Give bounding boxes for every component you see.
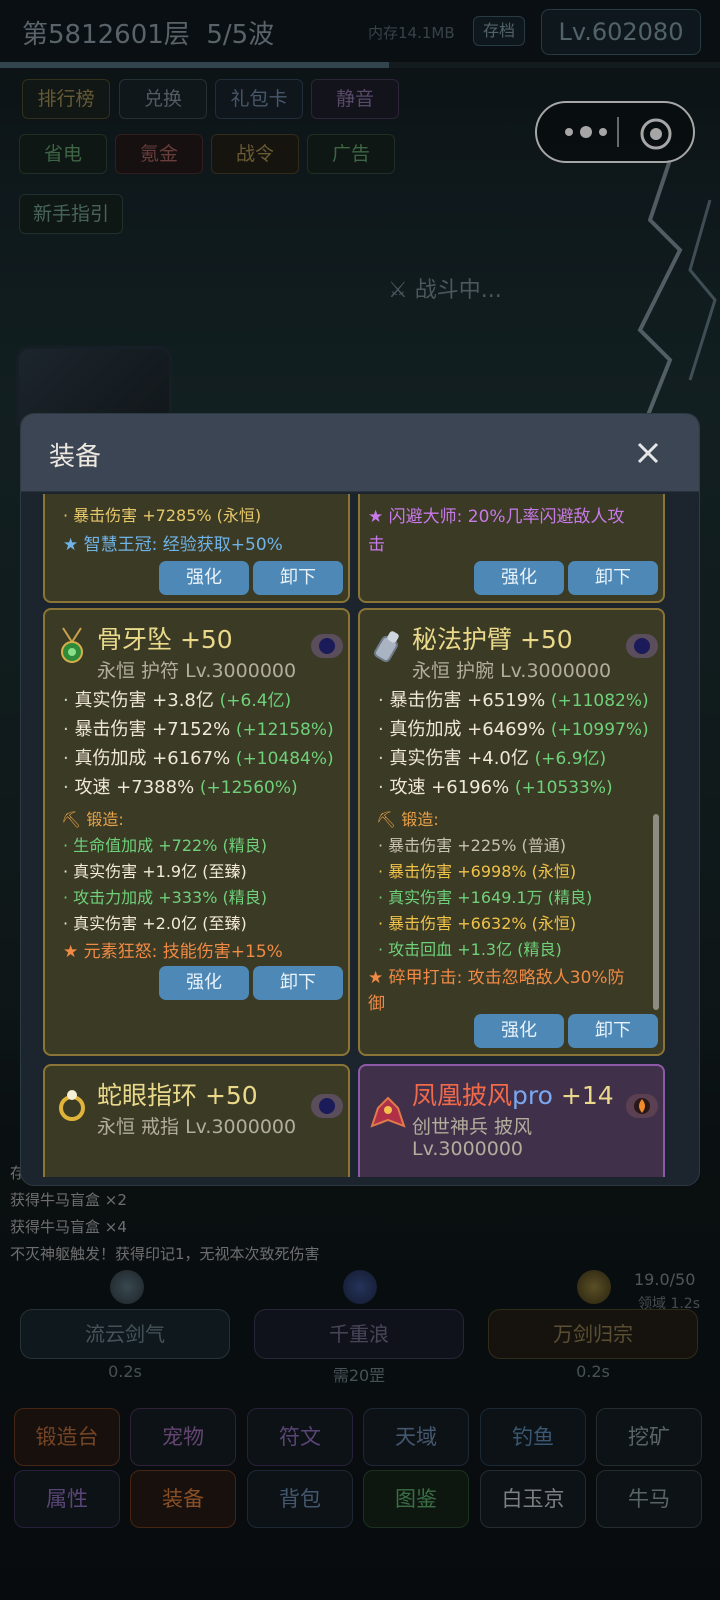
forge-text: 真实伤害 +1649.1万 (精良) [388, 888, 593, 907]
stat-label: 真实伤害 +4.0亿 [389, 748, 529, 769]
stat-bonus: (+10533%) [514, 778, 613, 798]
forge-title: 锻造: [401, 810, 439, 829]
item-name-suffix: pro [512, 1081, 553, 1110]
forge-line: · 攻击力加成 +333% (精良) [63, 888, 267, 907]
equipment-card-cloak: 凤凰披风pro +14 创世神兵 披风 Lv.3000000 [358, 1064, 665, 1177]
forge-text: 暴击伤害 +6632% (永恒) [388, 914, 577, 933]
forge-text: 暴击伤害 +6998% (永恒) [388, 862, 577, 881]
forge-header: ⛏ 锻造: [376, 810, 439, 829]
modal-title: 装备 [49, 442, 102, 472]
unequip-button[interactable]: 卸下 [253, 966, 343, 1000]
item-name: 蛇眼指环 +50 [97, 1081, 258, 1110]
special-skill-cont: 击 [368, 535, 385, 555]
bracer-icon [374, 631, 399, 663]
scrollbar-thumb[interactable] [653, 814, 659, 1010]
forge-line: · 生命值加成 +722% (精良) [63, 836, 267, 855]
ring-icon [59, 1090, 85, 1121]
stat-label: 真伤加成 +6167% [74, 748, 231, 769]
forge-text: 攻击力加成 +333% (精良) [73, 888, 267, 907]
forge-header: ⛏ 锻造: [61, 810, 124, 829]
item-meta: 永恒 戒指 Lv.3000000 [97, 1116, 297, 1138]
forge-text: 攻击回血 +1.3亿 (精良) [388, 940, 562, 959]
stat-label: 真实伤害 +3.8亿 [74, 690, 214, 711]
forge-line: · 攻击回血 +1.3亿 (精良) [378, 940, 562, 959]
equipment-card: · 暴击伤害 +7285% (永恒) ★ 智慧王冠: 经验获取+50% 强化 卸… [43, 494, 350, 603]
stat-bonus: (+12560%) [199, 778, 298, 798]
forge-text: 真实伤害 +2.0亿 (至臻) [73, 914, 247, 933]
stat-label: 攻速 +6196% [389, 777, 510, 798]
enhance-button[interactable]: 强化 [159, 966, 249, 1000]
stat-line: · 暴击伤害 +7285% (永恒) [63, 506, 262, 525]
equipment-card-bracer: 秘法护臂 +50 永恒 护腕 Lv.3000000 · 暴击伤害 +6519% … [358, 608, 665, 1056]
equipment-card-amulet: 骨牙坠 +50 永恒 护符 Lv.3000000 · 真实伤害 +3.8亿 (+… [43, 608, 350, 1056]
item-meta: 永恒 护腕 Lv.3000000 [412, 660, 612, 682]
item-name: 凤凰披风pro +14 [412, 1076, 614, 1112]
forge-line: · 暴击伤害 +6998% (永恒) [378, 862, 577, 881]
special-skill-cont: 御 [368, 994, 385, 1014]
fire-rune-icon [626, 1094, 658, 1118]
item-meta: 永恒 护符 Lv.3000000 [97, 660, 297, 682]
amulet-icon [61, 627, 83, 663]
special-skill: ★ 碎甲打击: 攻击忽略敌人30%防 [368, 968, 625, 988]
moon-rune-icon [311, 1094, 343, 1118]
forge-title: 锻造: [86, 810, 124, 829]
forge-text: 生命值加成 +722% (精良) [73, 836, 267, 855]
stat-label: 暴击伤害 +6519% [389, 690, 546, 711]
moon-rune-icon [626, 634, 658, 658]
stat-label: 攻速 +7388% [74, 777, 195, 798]
unequip-button[interactable]: 卸下 [253, 561, 343, 595]
item-name-level: +14 [552, 1081, 614, 1110]
stat-label: 真伤加成 +6469% [389, 719, 546, 740]
item-name-main: 凤凰披风 [412, 1081, 513, 1110]
forge-line: · 暴击伤害 +6632% (永恒) [378, 914, 577, 933]
moon-rune-icon [311, 634, 343, 658]
item-level: Lv.3000000 [412, 1138, 524, 1160]
forge-line: · 真实伤害 +1649.1万 (精良) [378, 888, 593, 907]
stat-label: 暴击伤害 +7152% [74, 719, 231, 740]
equipment-card-ring: 蛇眼指环 +50 永恒 戒指 Lv.3000000 [43, 1064, 350, 1177]
forge-line: · 暴击伤害 +225% (普通) [378, 836, 566, 855]
special-skill: ★ 智慧王冠: 经验获取+50% [63, 535, 283, 555]
close-icon[interactable] [635, 440, 661, 466]
unequip-button[interactable]: 卸下 [568, 1014, 658, 1048]
equipment-list[interactable]: · 暴击伤害 +7285% (永恒) ★ 智慧王冠: 经验获取+50% 强化 卸… [21, 494, 699, 1177]
stat-bonus: (+10484%) [235, 749, 334, 769]
forge-line: · 真实伤害 +2.0亿 (至臻) [63, 914, 247, 933]
enhance-button[interactable]: 强化 [159, 561, 249, 595]
forge-line: · 真实伤害 +1.9亿 (至臻) [63, 862, 247, 881]
item-name: 骨牙坠 +50 [97, 625, 233, 654]
phoenix-cloak-icon [370, 1096, 406, 1128]
item-name: 秘法护臂 +50 [412, 625, 573, 654]
stat-bonus: (+11082%) [550, 691, 649, 711]
stat-bonus: (+6.9亿) [534, 749, 607, 769]
enhance-button[interactable]: 强化 [474, 561, 564, 595]
special-skill: ★ 元素狂怒: 技能伤害+15% [63, 942, 283, 962]
unequip-button[interactable]: 卸下 [568, 561, 658, 595]
game-screen: 第5812601层 5/5波 内存14.1MB 存档 Lv.602080 排行榜… [0, 0, 720, 1600]
item-meta: 创世神兵 披风 [412, 1116, 533, 1138]
modal-header: 装备 [21, 414, 699, 492]
stat-bonus: (+12158%) [235, 720, 334, 740]
forge-text: 暴击伤害 +225% (普通) [388, 836, 566, 855]
equipment-card: ★ 闪避大师: 20%几率闪避敌人攻 击 强化 卸下 [358, 494, 665, 603]
stat-bonus: (+6.4亿) [219, 691, 292, 711]
forge-text: 真实伤害 +1.9亿 (至臻) [73, 862, 247, 881]
equipment-modal: 装备 · 暴击伤害 +7285% (永恒) ★ 智慧王冠: 经验获取+50% 强… [20, 413, 700, 1186]
special-skill: ★ 闪避大师: 20%几率闪避敌人攻 [368, 507, 625, 527]
stat-bonus: (+10997%) [550, 720, 649, 740]
enhance-button[interactable]: 强化 [474, 1014, 564, 1048]
